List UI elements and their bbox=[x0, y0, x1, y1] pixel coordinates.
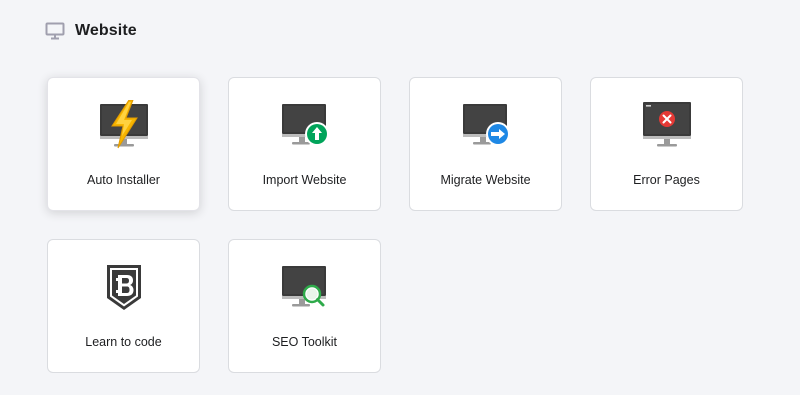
tools-grid: Auto Installer Import Website Migrate We… bbox=[47, 77, 743, 373]
import-website-icon bbox=[277, 100, 333, 150]
error-pages-card[interactable]: Error Pages bbox=[590, 77, 743, 211]
error-pages-icon bbox=[639, 100, 695, 150]
migrate-website-card[interactable]: Migrate Website bbox=[409, 77, 562, 211]
learn-to-code-card[interactable]: Learn to code bbox=[47, 239, 200, 373]
seo-toolkit-label: SEO Toolkit bbox=[271, 335, 338, 349]
learn-to-code-icon bbox=[96, 262, 152, 312]
seo-toolkit-icon bbox=[277, 262, 333, 312]
auto-installer-card[interactable]: Auto Installer bbox=[47, 77, 200, 211]
monitor-icon bbox=[45, 22, 65, 40]
error-pages-label: Error Pages bbox=[633, 173, 700, 187]
migrate-website-icon bbox=[458, 100, 514, 150]
section-header: Website bbox=[45, 22, 137, 40]
section-title: Website bbox=[75, 22, 137, 39]
import-website-card[interactable]: Import Website bbox=[228, 77, 381, 211]
migrate-website-label: Migrate Website bbox=[440, 173, 531, 187]
import-website-label: Import Website bbox=[262, 173, 347, 187]
auto-installer-label: Auto Installer bbox=[87, 173, 160, 187]
seo-toolkit-card[interactable]: SEO Toolkit bbox=[228, 239, 381, 373]
auto-installer-icon bbox=[96, 99, 152, 150]
learn-to-code-label: Learn to code bbox=[85, 335, 162, 349]
